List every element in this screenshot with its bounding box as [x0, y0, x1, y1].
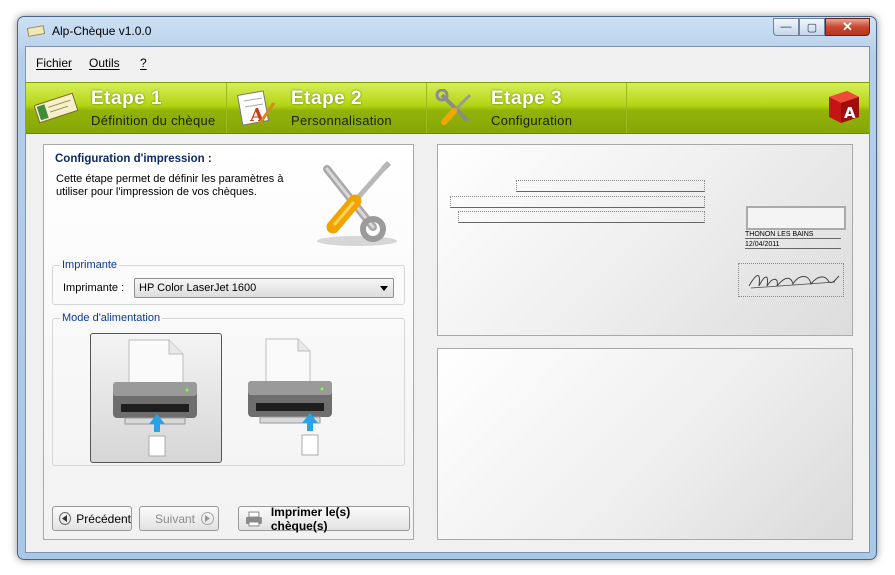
config-description: Cette étape permet de définir les paramè… [56, 173, 284, 198]
chevron-down-icon [380, 286, 388, 291]
printer-group: Imprimante Imprimante : HP Color LaserJe… [52, 259, 405, 305]
signature-field[interactable] [738, 263, 844, 297]
menu-outils[interactable]: Outils [89, 56, 120, 70]
amount-words-field-1[interactable] [516, 180, 705, 192]
printer-icon [245, 511, 262, 526]
tools-icon [435, 89, 472, 125]
step-2-number: Etape 2 [291, 88, 363, 109]
client-area: Fichier Outils ? Etape 1 Définition du c… [25, 46, 870, 553]
step-3[interactable]: Etape 3 Configuration [426, 83, 627, 133]
bottom-preview-panel [437, 348, 853, 540]
menu-help[interactable]: ? [140, 56, 147, 70]
next-label: Suivant [154, 511, 195, 526]
config-panel: Configuration d'impression : Cette étape… [43, 144, 414, 540]
maximize-button[interactable]: ▢ [799, 18, 825, 36]
printer-selected-value: HP Color LaserJet 1600 [139, 282, 257, 294]
cheque-preview: THONON LES BAINS 12/04/2011 [437, 144, 853, 336]
amount-box[interactable] [746, 206, 846, 230]
printer-field-label: Imprimante : [63, 282, 125, 294]
print-button[interactable]: Imprimer le(s) chèque(s) [238, 504, 410, 533]
arrow-left-icon [59, 512, 72, 525]
signature-image [748, 275, 840, 289]
cheque-icon [34, 92, 78, 124]
wrench-screwdriver-icon [317, 161, 397, 246]
close-button[interactable]: ✕ [825, 18, 870, 36]
feed-option-tray[interactable] [90, 333, 222, 463]
previous-label: Précédent [76, 511, 131, 526]
step-2[interactable]: A Etape 2 Personnalisation [226, 83, 427, 133]
step-2-description: Personnalisation [291, 113, 392, 128]
config-title: Configuration d'impression : [55, 153, 212, 165]
menu-fichier[interactable]: Fichier [36, 56, 72, 70]
payee-field[interactable] [458, 211, 705, 223]
previous-button[interactable]: Précédent [52, 506, 132, 531]
svg-text:A: A [844, 104, 856, 122]
title-bar[interactable]: Alp-Chèque v1.0.0 — ▢ ✕ [18, 17, 876, 45]
svg-text:A: A [249, 105, 265, 126]
app-window: Alp-Chèque v1.0.0 — ▢ ✕ Fichier Outils ? [17, 16, 877, 560]
step-3-number: Etape 3 [491, 88, 563, 109]
step-1[interactable]: Etape 1 Définition du chèque [26, 83, 227, 133]
print-label: Imprimer le(s) chèque(s) [270, 504, 351, 533]
feed-mode-group: Mode d'alimentation [52, 312, 405, 466]
cheque-city: THONON LES BAINS [745, 231, 841, 239]
app-logo: A [829, 91, 859, 123]
step-1-number: Etape 1 [91, 88, 163, 109]
step-1-description: Définition du chèque [91, 113, 216, 128]
feed-mode-label: Mode d'alimentation [60, 312, 163, 324]
step-3-description: Configuration [491, 113, 573, 128]
arrow-right-icon [201, 512, 214, 525]
printer-select[interactable]: HP Color LaserJet 1600 [134, 278, 394, 298]
cheque-app-icon [27, 25, 45, 37]
step-bar: Etape 1 Définition du chèque A Etape 2 P… [26, 82, 869, 134]
customize-icon: A [237, 90, 276, 126]
window-title: Alp-Chèque v1.0.0 [52, 24, 152, 38]
cheque-date: 12/04/2011 [745, 241, 841, 249]
minimize-button[interactable]: — [773, 18, 799, 36]
next-button[interactable]: Suivant [139, 506, 219, 531]
feed-option-manual[interactable] [238, 333, 368, 461]
window-controls: — ▢ ✕ [773, 18, 870, 37]
printer-group-label: Imprimante [60, 259, 120, 271]
printer-tray-feed-icon [113, 339, 197, 457]
amount-words-field-2[interactable] [450, 196, 705, 208]
printer-manual-feed-icon [248, 338, 332, 456]
menu-bar: Fichier Outils ? [26, 47, 869, 81]
